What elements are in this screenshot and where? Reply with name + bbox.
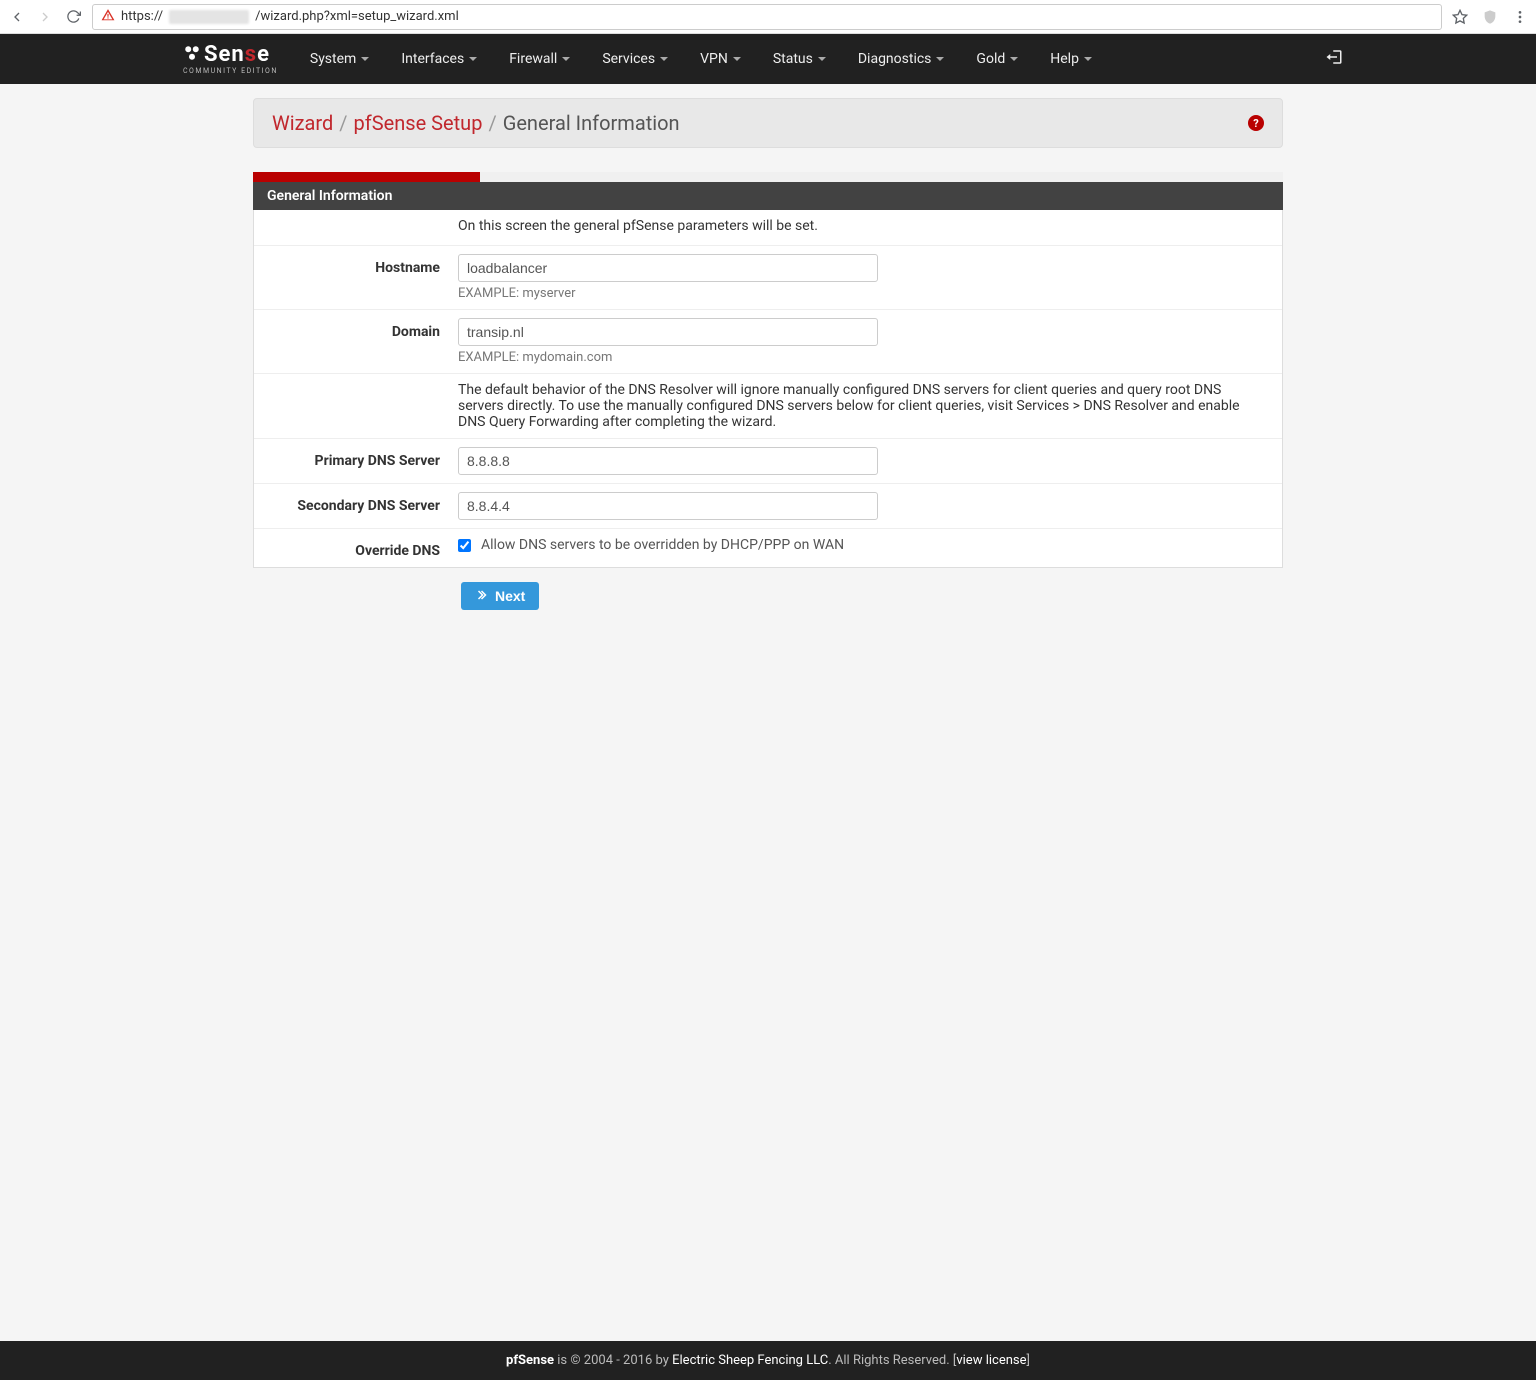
- logo-text-a: Sen: [204, 44, 245, 66]
- logout-icon[interactable]: [1315, 34, 1353, 84]
- nav-label: Status: [773, 51, 813, 67]
- chevron-down-icon: [1084, 57, 1092, 61]
- forward-button: [36, 8, 54, 26]
- browser-menu-icon[interactable]: [1512, 9, 1528, 25]
- nav-label: Diagnostics: [858, 51, 932, 67]
- secondary-dns-label: Secondary DNS Server: [268, 492, 458, 520]
- chevron-down-icon: [1010, 57, 1018, 61]
- intro-row: On this screen the general pfSense param…: [254, 210, 1282, 246]
- breadcrumb-panel: Wizard / pfSense Setup / General Informa…: [253, 98, 1283, 148]
- secondary-dns-input[interactable]: [458, 492, 878, 520]
- chevron-down-icon: [936, 57, 944, 61]
- url-suffix: /wizard.php?xml=setup_wizard.xml: [255, 9, 459, 24]
- breadcrumb-wizard[interactable]: Wizard: [272, 111, 333, 135]
- footer-company[interactable]: Electric Sheep Fencing LLC: [672, 1353, 828, 1368]
- nav-firewall[interactable]: Firewall: [493, 35, 586, 83]
- override-dns-row: Override DNS Allow DNS servers to be ove…: [254, 529, 1282, 567]
- footer-brand: pfSense: [506, 1353, 554, 1368]
- back-button[interactable]: [8, 8, 26, 26]
- footer-mid: is © 2004 - 2016 by: [554, 1353, 672, 1368]
- hostname-input[interactable]: [458, 254, 878, 282]
- secondary-dns-row: Secondary DNS Server: [254, 484, 1282, 529]
- logo-text-c: e: [257, 44, 270, 66]
- footer-close: ]: [1027, 1353, 1030, 1368]
- help-icon[interactable]: ?: [1248, 115, 1264, 131]
- hostname-label: Hostname: [268, 254, 458, 301]
- browser-chrome: https:// /wizard.php?xml=setup_wizard.xm…: [0, 0, 1536, 34]
- nav-label: Services: [602, 51, 655, 67]
- logo[interactable]: Sense COMMUNITY EDITION: [183, 44, 278, 75]
- nav-label: Help: [1050, 51, 1079, 67]
- nav-help[interactable]: Help: [1034, 35, 1108, 83]
- nav-label: Firewall: [509, 51, 557, 67]
- nav-label: Gold: [976, 51, 1005, 67]
- domain-hint: EXAMPLE: mydomain.com: [458, 350, 1268, 365]
- logo-icon: [183, 44, 201, 67]
- domain-row: Domain EXAMPLE: mydomain.com: [254, 310, 1282, 374]
- footer-license-link[interactable]: view license: [956, 1353, 1026, 1368]
- override-dns-checkbox[interactable]: [458, 539, 471, 552]
- nav-interfaces[interactable]: Interfaces: [385, 35, 493, 83]
- override-dns-text[interactable]: Allow DNS servers to be overridden by DH…: [481, 537, 844, 553]
- primary-dns-label: Primary DNS Server: [268, 447, 458, 475]
- footer-tail: . All Rights Reserved. [: [828, 1353, 956, 1368]
- general-info-panel: On this screen the general pfSense param…: [253, 210, 1283, 568]
- chevron-down-icon: [733, 57, 741, 61]
- nav-diagnostics[interactable]: Diagnostics: [842, 35, 961, 83]
- breadcrumb-sep: /: [488, 111, 496, 135]
- chevron-down-icon: [660, 57, 668, 61]
- dns-note-text: The default behavior of the DNS Resolver…: [458, 382, 1268, 430]
- reload-button[interactable]: [64, 8, 82, 26]
- top-navbar: Sense COMMUNITY EDITION System Interface…: [0, 34, 1536, 84]
- breadcrumb: Wizard / pfSense Setup / General Informa…: [272, 111, 680, 135]
- hostname-row: Hostname EXAMPLE: myserver: [254, 246, 1282, 310]
- chevron-down-icon: [562, 57, 570, 61]
- nav-gold[interactable]: Gold: [960, 35, 1034, 83]
- hostname-hint: EXAMPLE: myserver: [458, 286, 1268, 301]
- next-button[interactable]: Next: [461, 582, 539, 610]
- nav-menu: System Interfaces Firewall Services VPN …: [294, 35, 1108, 83]
- insecure-warn-icon: [101, 8, 115, 26]
- domain-input[interactable]: [458, 318, 878, 346]
- nav-status[interactable]: Status: [757, 35, 842, 83]
- progress-bar: [253, 172, 1283, 182]
- primary-dns-row: Primary DNS Server: [254, 439, 1282, 484]
- nav-label: VPN: [700, 51, 728, 67]
- next-button-label: Next: [495, 588, 525, 604]
- progress-fill: [253, 172, 480, 182]
- section-header: General Information: [253, 182, 1283, 210]
- domain-label: Domain: [268, 318, 458, 365]
- chevron-down-icon: [818, 57, 826, 61]
- chevron-down-icon: [469, 57, 477, 61]
- bookmark-star-icon[interactable]: [1452, 9, 1468, 25]
- nav-services[interactable]: Services: [586, 35, 684, 83]
- breadcrumb-setup[interactable]: pfSense Setup: [354, 111, 483, 135]
- chevron-down-icon: [361, 57, 369, 61]
- extension-shield-icon[interactable]: [1482, 9, 1498, 25]
- logo-subtitle: COMMUNITY EDITION: [183, 68, 278, 75]
- footer: pfSense is © 2004 - 2016 by Electric She…: [0, 1341, 1536, 1380]
- nav-system[interactable]: System: [294, 35, 385, 83]
- nav-label: Interfaces: [401, 51, 464, 67]
- url-host-blurred: [169, 10, 249, 24]
- logo-text-b: s: [245, 44, 257, 66]
- url-prefix: https://: [121, 9, 163, 24]
- override-dns-label: Override DNS: [268, 537, 458, 559]
- breadcrumb-sep: /: [339, 111, 347, 135]
- nav-label: System: [310, 51, 356, 67]
- dns-note-row: The default behavior of the DNS Resolver…: [254, 374, 1282, 439]
- intro-text: On this screen the general pfSense param…: [458, 218, 1268, 234]
- breadcrumb-current: General Information: [503, 111, 680, 135]
- primary-dns-input[interactable]: [458, 447, 878, 475]
- double-chevron-right-icon: [475, 588, 487, 604]
- nav-vpn[interactable]: VPN: [684, 35, 757, 83]
- url-bar[interactable]: https:// /wizard.php?xml=setup_wizard.xm…: [92, 4, 1442, 30]
